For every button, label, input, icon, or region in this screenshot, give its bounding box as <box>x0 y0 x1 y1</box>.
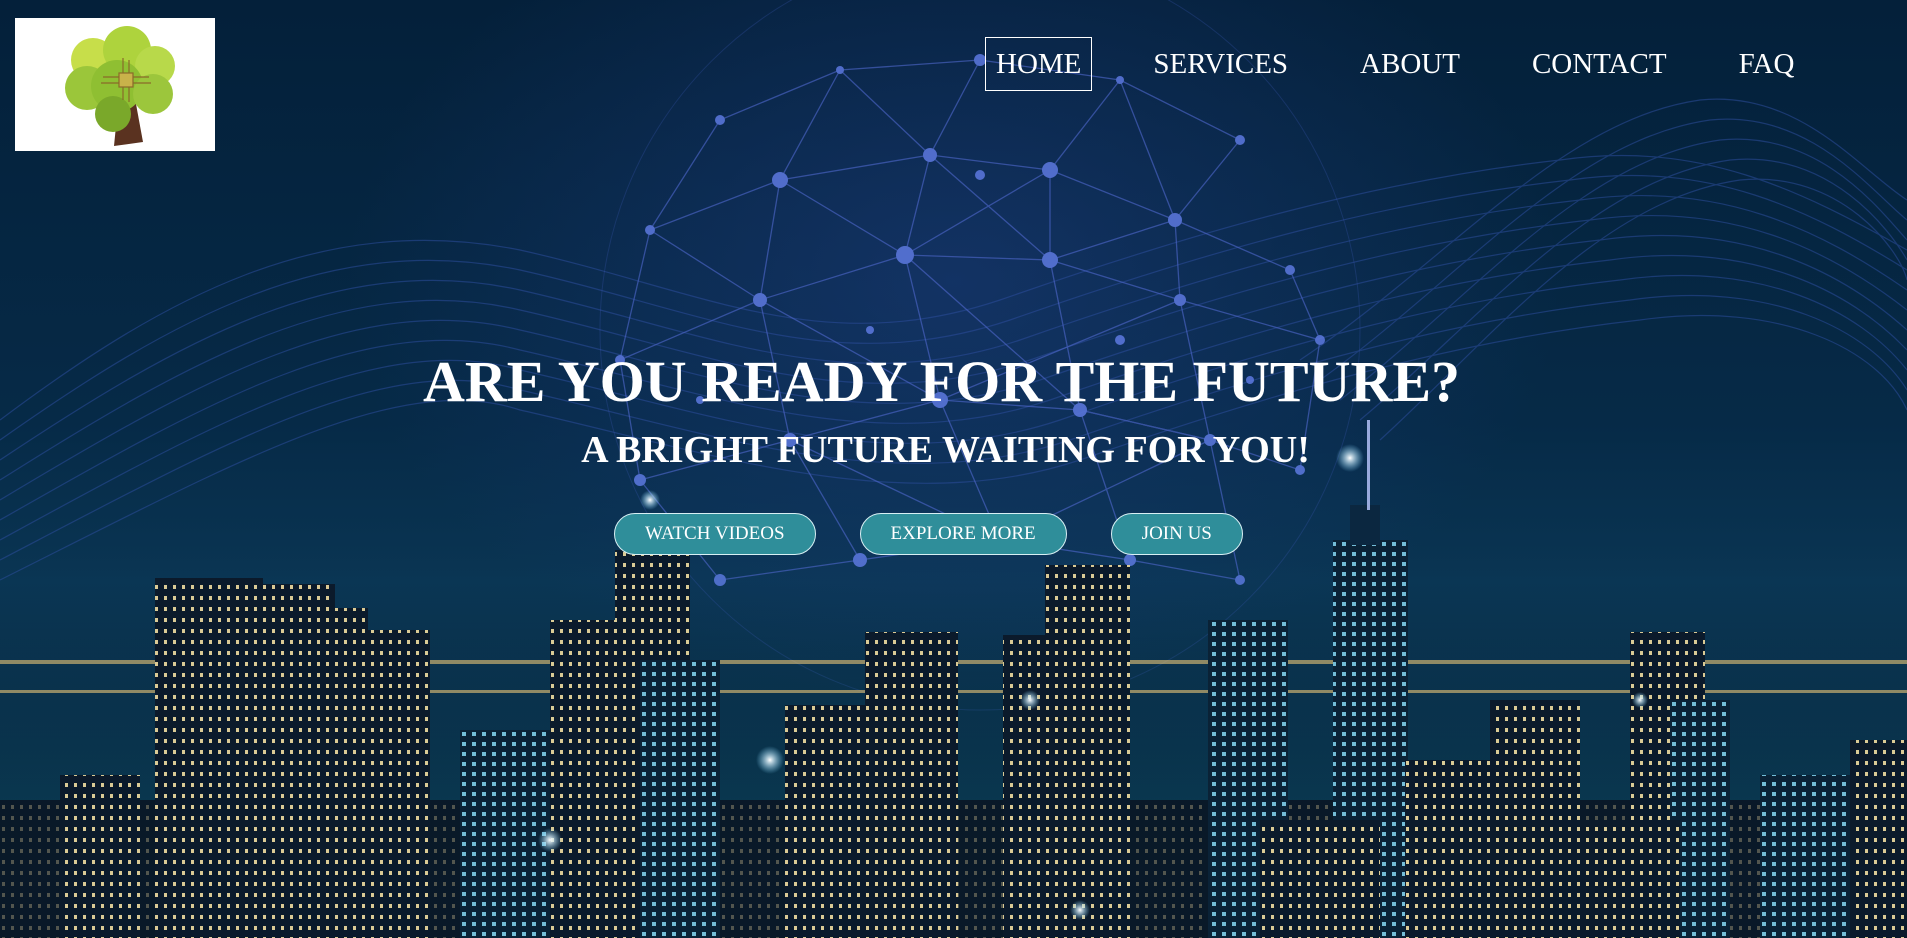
main-nav: HOME SERVICES ABOUT CONTACT FAQ <box>985 37 1805 91</box>
explore-more-button[interactable]: EXPLORE MORE <box>859 513 1067 555</box>
tree-circuit-logo-icon <box>65 26 175 146</box>
nav-link-contact[interactable]: CONTACT <box>1521 37 1678 91</box>
hero-subtitle: A BRIGHT FUTURE WAITING FOR YOU! <box>581 429 1310 471</box>
hero-title: ARE YOU READY FOR THE FUTURE? <box>422 349 1461 414</box>
nav-link-about[interactable]: ABOUT <box>1349 37 1471 91</box>
cta-button-group: WATCH VIDEOS EXPLORE MORE JOIN US <box>614 513 1243 555</box>
nav-link-services[interactable]: SERVICES <box>1142 37 1299 91</box>
join-us-button[interactable]: JOIN US <box>1110 513 1243 555</box>
hero-section: HOME SERVICES ABOUT CONTACT FAQ ARE YOU … <box>0 0 1907 938</box>
nav-link-faq[interactable]: FAQ <box>1728 37 1806 91</box>
watch-videos-button[interactable]: WATCH VIDEOS <box>614 513 816 555</box>
site-logo[interactable] <box>15 18 215 151</box>
nav-link-home[interactable]: HOME <box>985 37 1093 91</box>
